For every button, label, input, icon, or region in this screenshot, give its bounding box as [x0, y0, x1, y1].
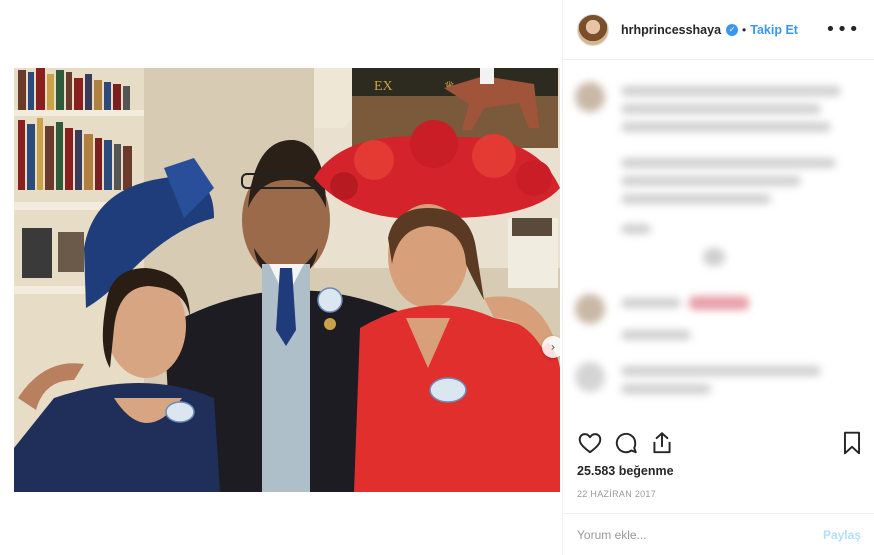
blurred-comments-area	[563, 68, 874, 418]
blurred-text	[621, 158, 836, 168]
post-sidebar: hrhprincesshaya ✓ • Takip Et ••• 25.583 …	[562, 0, 874, 555]
blurred-text	[621, 176, 801, 186]
more-options-icon[interactable]: •••	[825, 19, 860, 40]
blurred-text	[621, 330, 691, 340]
heart-icon[interactable]	[577, 430, 603, 456]
blurred-text	[621, 104, 821, 114]
follow-button[interactable]: Takip Et	[750, 23, 798, 37]
username-link[interactable]: hrhprincesshaya	[621, 23, 721, 37]
avatar[interactable]	[577, 13, 609, 46]
svg-text:EX: EX	[374, 79, 393, 94]
post-photo[interactable]: EX ♛ ›	[14, 68, 560, 492]
photo-illustration: EX ♛	[14, 68, 560, 492]
blurred-text	[621, 298, 681, 308]
list-item	[575, 362, 605, 392]
likes-count[interactable]: 25.583 beğenme	[577, 464, 674, 478]
list-item	[575, 82, 605, 112]
post-comment-button[interactable]: Paylaş	[823, 528, 861, 542]
post-header: hrhprincesshaya ✓ • Takip Et •••	[563, 0, 874, 60]
blurred-text	[621, 86, 841, 96]
post-date: 22 HAZİRAN 2017	[577, 489, 657, 499]
blurred-text	[621, 384, 711, 394]
blurred-text	[621, 194, 771, 204]
comment-input[interactable]	[577, 527, 823, 542]
comment-icon[interactable]	[613, 430, 639, 456]
bookmark-icon[interactable]	[839, 430, 865, 456]
chevron-right-icon: ›	[550, 340, 556, 354]
post-actions	[575, 430, 865, 458]
blurred-avatar	[575, 362, 605, 392]
blurred-text	[621, 366, 821, 376]
blurred-text	[703, 248, 725, 266]
post-media-area: EX ♛ ›	[0, 0, 562, 555]
verified-badge-icon: ✓	[726, 23, 739, 36]
blurred-avatar	[575, 294, 605, 324]
blurred-text	[621, 122, 831, 132]
list-item	[575, 294, 605, 324]
share-icon[interactable]	[649, 430, 675, 456]
comment-form: Paylaş	[563, 513, 874, 555]
blurred-avatar	[575, 82, 605, 112]
carousel-next-button[interactable]: ›	[542, 336, 560, 358]
blurred-text	[689, 296, 749, 310]
header-separator: •	[742, 22, 747, 37]
blurred-text	[621, 224, 651, 234]
